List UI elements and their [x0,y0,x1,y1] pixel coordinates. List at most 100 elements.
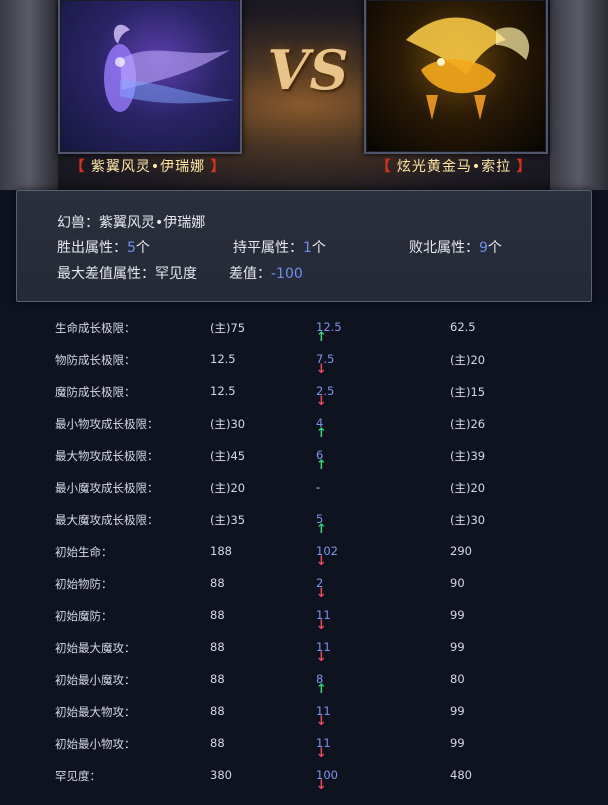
win-count: 5 [127,240,136,256]
attribute-comparison-table: 生命成长极限： (主)75 ↑ 12.5 62.5 物防成长极限： 12.5 ↓ 7.5 (主)2… [0,310,608,793]
attribute-label: 初始最大物攻： [55,705,136,719]
right-pet-value: 99 [450,608,465,622]
right-pet-value: (主)26 [450,417,486,431]
left-pet-value: 88 [210,704,225,718]
attribute-label: 初始最小魔攻： [55,673,136,687]
right-pet-value: 290 [450,544,472,558]
left-pet-value: 88 [210,576,225,590]
right-pet-value: (主)20 [450,353,486,367]
difference-cell: ↓ 11 [316,704,331,729]
max-diff-label: 最大差值属性：罕见度 [57,266,197,282]
left-pet-value: 380 [210,768,232,782]
left-pet-name[interactable]: 【 紫翼风灵•伊瑞娜 】 [48,156,248,176]
left-pet-value: 12.5 [210,352,236,366]
difference-cell: ↑ 8 [316,672,327,697]
phoenix-image [104,24,235,112]
difference-value: - [316,480,321,494]
right-pet-value: 90 [450,576,465,590]
attribute-label: 魔防成长极限： [55,385,136,399]
vs-emblem: VS [267,38,349,102]
difference-cell: ↓ 2 [316,576,327,601]
summary-panel: 幻兽：紫翼风灵•伊瑞娜 胜出属性：5个 持平属性：1个 败北属性：9个 最大差值… [16,190,592,302]
table-row: 初始魔防： 88 ↓ 11 99 [0,598,608,633]
attribute-label: 初始最小物攻： [55,737,136,751]
stone-border-right [550,0,608,190]
attribute-label: 罕见度： [55,769,101,783]
attribute-label: 最小魔攻成长极限： [55,481,159,495]
table-row: 罕见度： 380 ↓ 100 480 [0,758,608,793]
table-row: 魔防成长极限： 12.5 ↓ 2.5 (主)15 [0,374,608,409]
lose-label: 败北属性： [409,240,479,256]
table-row: 初始最小物攻： 88 ↓ 11 99 [0,726,608,761]
table-row: 最大魔攻成长极限： (主)35 ↑ 5 (主)30 [0,502,608,537]
arrow-down-icon: ↓ [316,778,327,793]
lose-count: 9 [479,240,488,256]
pet-label: 幻兽： [57,215,99,231]
difference-cell: ↑ 4 [316,416,327,441]
table-row: 物防成长极限： 12.5 ↓ 7.5 (主)20 [0,342,608,377]
difference-cell: ↓ 7.5 [316,352,334,377]
right-pet-value: 80 [450,672,465,686]
difference-cell: ↓ 100 [316,768,338,793]
tie-count-line: 持平属性：1个 [233,237,326,257]
right-pet-name[interactable]: 【 炫光黄金马•索拉 】 [354,156,554,176]
right-pet-value: 99 [450,736,465,750]
left-pet-value: 88 [210,672,225,686]
max-diff-attribute: 最大差值属性：罕见度 [57,263,197,283]
difference-cell: - [316,480,320,494]
table-row: 初始生命： 188 ↓ 102 290 [0,534,608,569]
left-pet-value: 88 [210,640,225,654]
pet-name: 紫翼风灵•伊瑞娜 [99,215,206,231]
left-pet-value: (主)75 [210,321,246,335]
attribute-label: 最大魔攻成长极限： [55,513,159,527]
attribute-label: 初始最大魔攻： [55,641,136,655]
attribute-label: 生命成长极限： [55,321,136,335]
left-pet-value: 88 [210,608,225,622]
left-pet-name-text: 紫翼风灵•伊瑞娜 [90,159,206,175]
left-pet-value: (主)20 [210,481,246,495]
lose-unit: 个 [487,240,502,256]
bracket-close: 】 [516,159,532,175]
comparison-banner: VS 【 紫翼风灵•伊瑞娜 】 【 炫光黄金马•索拉 】 [0,0,608,190]
right-pet-value: 99 [450,704,465,718]
left-pet-value: (主)35 [210,513,246,527]
table-row: 生命成长极限： (主)75 ↑ 12.5 62.5 [0,310,608,345]
difference-cell: ↑ 5 [316,512,327,537]
right-pet-value: (主)39 [450,449,486,463]
tie-unit: 个 [311,240,326,256]
lose-count-line: 败北属性：9个 [409,237,502,257]
attribute-label: 最小物攻成长极限： [55,417,159,431]
table-row: 最小物攻成长极限： (主)30 ↑ 4 (主)26 [0,406,608,441]
table-row: 初始最大物攻： 88 ↓ 11 99 [0,694,608,729]
attribute-label: 初始魔防： [55,609,113,623]
attribute-label: 最大物攻成长极限： [55,449,159,463]
difference-cell: ↑ 6 [316,448,327,473]
attribute-label: 物防成长极限： [55,353,136,367]
attribute-label: 初始物防： [55,577,113,591]
table-row: 最小魔攻成长极限： (主)20 - (主)20 [0,470,608,502]
bracket-close: 】 [210,159,226,175]
diff-value-line: 差值：-100 [229,263,303,283]
right-pet-value: (主)30 [450,513,486,527]
right-pet-value: (主)20 [450,481,486,495]
difference-cell: ↓ 11 [316,608,331,633]
tie-count: 1 [303,240,312,256]
table-row: 初始物防： 88 ↓ 2 90 [0,566,608,601]
win-unit: 个 [135,240,150,256]
left-pet-value: 188 [210,544,232,558]
bracket-open: 【 [376,159,392,175]
left-pet-value: 12.5 [210,384,236,398]
right-pet-portrait[interactable] [364,0,548,154]
win-label: 胜出属性： [57,240,127,256]
summary-pet-line: 幻兽：紫翼风灵•伊瑞娜 [57,212,205,232]
difference-cell: ↓ 11 [316,736,331,761]
difference-cell: ↑ 12.5 [316,320,342,345]
left-pet-value: (主)45 [210,449,246,463]
left-pet-portrait[interactable] [58,0,242,154]
left-pet-value: 88 [210,736,225,750]
right-pet-value: 480 [450,768,472,782]
bracket-open: 【 [70,159,86,175]
right-pet-name-text: 炫光黄金马•索拉 [396,159,512,175]
difference-cell: ↓ 11 [316,640,331,665]
table-row: 初始最小魔攻： 88 ↑ 8 80 [0,662,608,697]
